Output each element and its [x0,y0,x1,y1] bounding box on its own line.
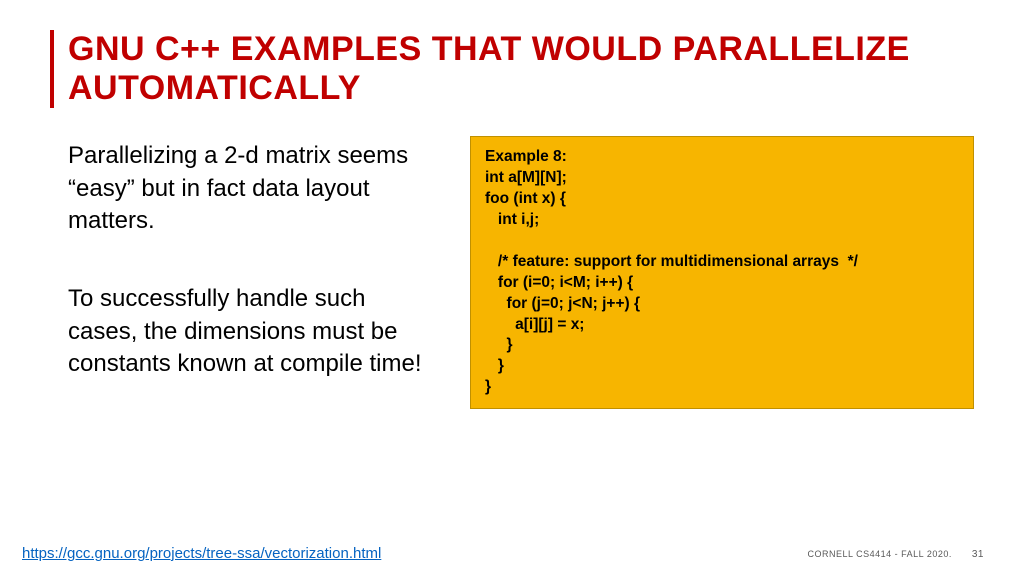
footer-meta: CORNELL CS4414 - FALL 2020. 31 [807,549,984,560]
paragraph-2: To successfully handle such cases, the d… [68,283,440,380]
slide-title: GNU C++ EXAMPLES THAT WOULD PARALLELIZE … [68,30,974,108]
page-number: 31 [972,549,984,560]
text-column: Parallelizing a 2-d matrix seems “easy” … [50,136,440,426]
title-block: GNU C++ EXAMPLES THAT WOULD PARALLELIZE … [50,30,974,108]
slide: GNU C++ EXAMPLES THAT WOULD PARALLELIZE … [0,0,1024,576]
code-column: Example 8: int a[M][N]; foo (int x) { in… [470,136,974,426]
course-label: CORNELL CS4414 - FALL 2020. [807,549,951,559]
code-example: Example 8: int a[M][N]; foo (int x) { in… [470,136,974,409]
content-row: Parallelizing a 2-d matrix seems “easy” … [50,136,974,426]
paragraph-1: Parallelizing a 2-d matrix seems “easy” … [68,140,440,237]
reference-link[interactable]: https://gcc.gnu.org/projects/tree-ssa/ve… [22,545,381,562]
